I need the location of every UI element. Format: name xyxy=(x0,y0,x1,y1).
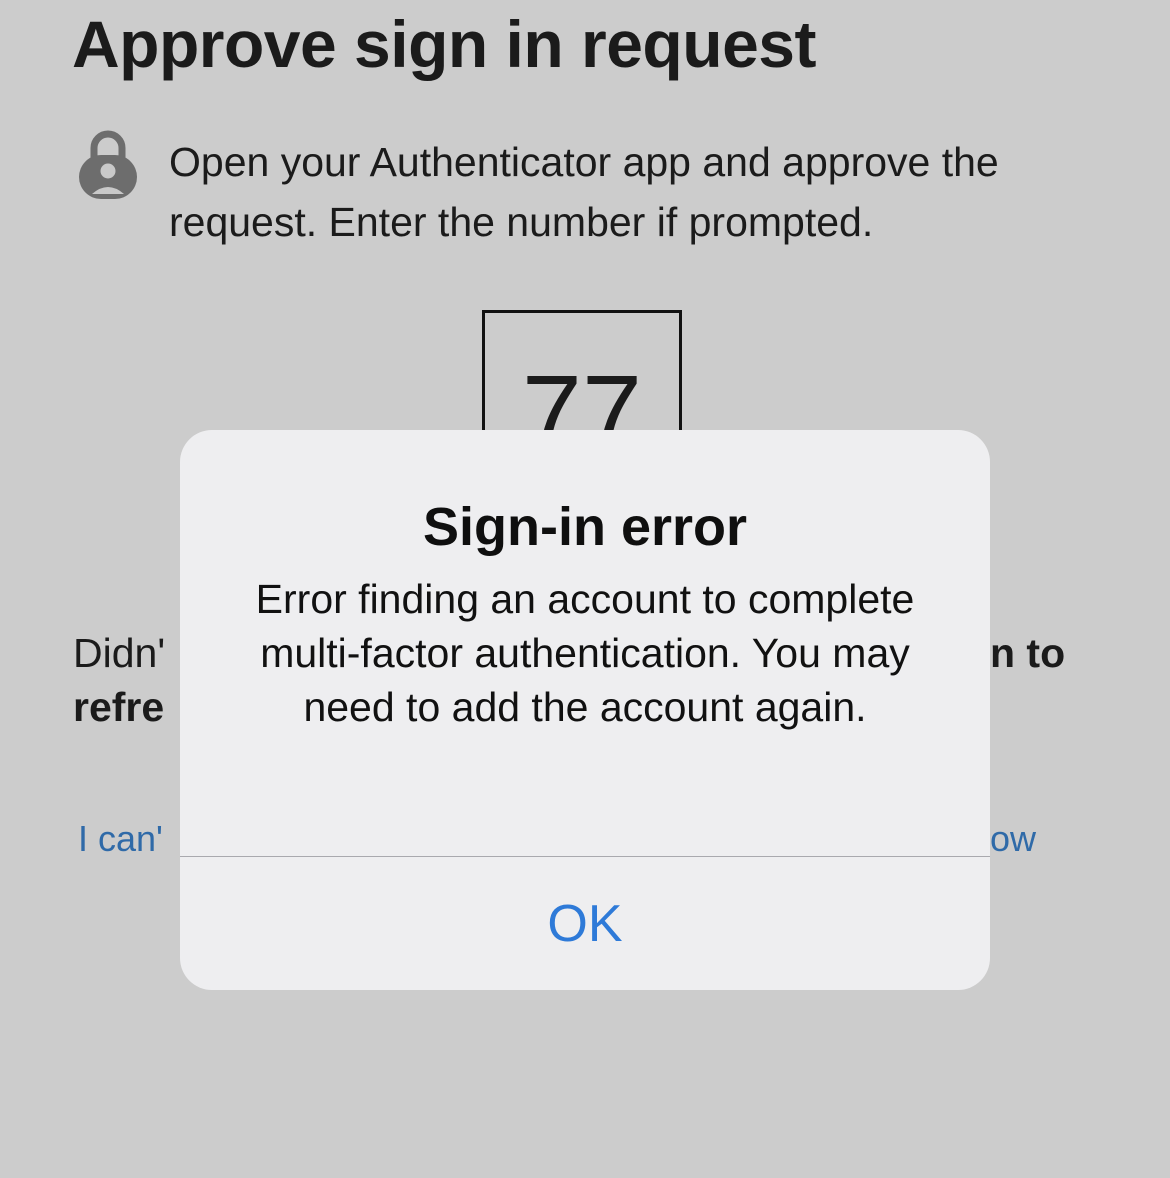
lock-icon xyxy=(79,130,137,199)
dialog-message: Error finding an account to complete mul… xyxy=(255,576,915,730)
instruction-text: Open your Authenticator app and approve … xyxy=(169,139,999,245)
sign-in-error-dialog: Sign-in error Error finding an account t… xyxy=(180,430,990,990)
background-help-text-line2: refre xyxy=(73,684,165,730)
cant-use-authenticator-link[interactable]: I can' xyxy=(78,816,163,862)
background-help-text-line1: Didn' xyxy=(73,630,166,676)
background-help-text: Didn' refre xyxy=(73,626,165,734)
background-help-text-right: n to xyxy=(990,630,1066,676)
more-info-link[interactable]: ow xyxy=(990,816,1050,862)
page-title: Approve sign in request xyxy=(72,7,816,81)
dialog-title: Sign-in error xyxy=(422,497,748,557)
ok-button[interactable]: OK xyxy=(180,857,990,990)
